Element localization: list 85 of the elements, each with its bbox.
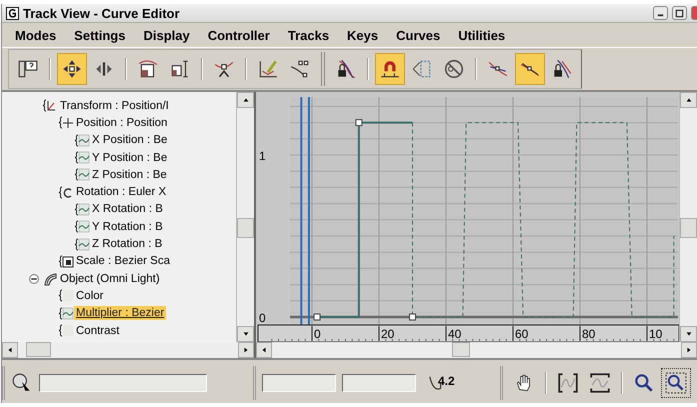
time-ruler[interactable] <box>258 324 679 342</box>
scroll-right-icon[interactable] <box>685 346 693 354</box>
tree-item[interactable]: X Rotation : B <box>90 202 165 216</box>
pencil-graph-icon <box>257 58 279 80</box>
collapse-toggle[interactable] <box>29 274 39 284</box>
value-scale-label: 4.2 <box>438 374 455 388</box>
ruler-label: 10 <box>649 327 662 341</box>
light-icon <box>42 271 58 286</box>
ruler-label: 40 <box>448 327 462 341</box>
value-field[interactable] <box>342 374 416 392</box>
scrollbar-thumb[interactable] <box>680 218 697 238</box>
menu-item[interactable]: Controller <box>198 28 279 42</box>
scrollbar-thumb[interactable] <box>26 342 51 357</box>
tree-item[interactable]: Y Rotation : B <box>90 220 165 234</box>
scrollbar-thumb[interactable] <box>237 218 254 238</box>
zoom-region-button[interactable] <box>661 368 691 398</box>
menu-item[interactable]: Display <box>134 28 199 42</box>
tree-item[interactable]: Z Rotation : B <box>90 237 164 252</box>
scroll-up-icon[interactable] <box>242 96 250 104</box>
reduce-keys-icon <box>289 58 311 80</box>
magnet-button[interactable] <box>375 53 405 85</box>
tree-item[interactable]: Color <box>74 288 106 303</box>
curve-icon <box>74 150 90 166</box>
move-arrows-button[interactable] <box>57 53 87 85</box>
tree-item[interactable]: Rotation : Euler X <box>74 185 168 200</box>
maximize-button[interactable] <box>672 6 687 20</box>
tree-item[interactable]: Object (Omni Light) <box>58 272 162 286</box>
tree-item[interactable]: Transform : Position/I <box>58 98 171 113</box>
scale-icon <box>58 254 74 269</box>
ruler-label: 60 <box>515 327 528 341</box>
key-curve-drawing[interactable] <box>314 119 416 320</box>
tangent-handle-button[interactable] <box>515 53 545 85</box>
vertical-scrollbar[interactable] <box>679 92 697 342</box>
scroll-right-icon[interactable] <box>242 346 250 354</box>
move-arrows-icon <box>58 115 74 130</box>
ruler-label: 80 <box>582 327 596 341</box>
frame-vertical-icon <box>589 372 611 394</box>
tree-item[interactable]: X Position : Be <box>90 133 170 148</box>
menu-item[interactable]: Modes <box>6 28 66 42</box>
menu-item[interactable]: Tracks <box>278 28 338 42</box>
rotation-icon <box>58 184 74 200</box>
curve-icon <box>74 219 90 234</box>
menu-item[interactable]: Keys <box>338 28 388 42</box>
name-field[interactable] <box>39 374 207 392</box>
scrollbar-thumb[interactable] <box>452 342 470 357</box>
zoom-icon <box>633 372 655 394</box>
tree-item[interactable]: Z Position : Be <box>90 168 169 182</box>
move-arrows-icon <box>61 58 83 80</box>
scale-keys-icon <box>137 58 159 80</box>
tree-item[interactable]: Y Position : Be <box>90 150 170 165</box>
horizontal-scrollbar[interactable] <box>2 342 254 358</box>
vertical-scrollbar[interactable] <box>236 92 254 342</box>
tree-item[interactable]: Position : Position <box>74 116 170 130</box>
transform-icon <box>42 98 58 114</box>
bracket-icon <box>58 288 74 304</box>
scroll-up-icon[interactable] <box>684 96 692 104</box>
ruler-label: 20 <box>381 327 394 341</box>
menu-item[interactable]: Utilities <box>449 28 514 42</box>
value-label: 0 <box>259 311 266 325</box>
menu-item[interactable]: Settings <box>65 28 134 42</box>
app-logo-icon <box>6 6 19 20</box>
curve-icon <box>74 132 90 148</box>
bracket-icon <box>58 323 74 338</box>
maximize-icon <box>675 8 684 18</box>
menu-item[interactable]: Curves <box>387 28 450 42</box>
curve-icon <box>58 306 74 321</box>
curve-icon <box>74 236 90 252</box>
window-title: Track View - Curve Editor <box>23 6 180 20</box>
ruler-label: 0 <box>314 327 321 341</box>
value-label: 1 <box>259 149 266 163</box>
close-button[interactable] <box>691 6 697 20</box>
minimize-button[interactable] <box>653 6 668 20</box>
tree-item[interactable]: Contrast <box>74 324 122 338</box>
frame-horizontal-icon <box>557 372 579 394</box>
scroll-left-icon[interactable] <box>6 346 14 354</box>
frame-field[interactable] <box>262 374 336 392</box>
curve-icon <box>74 167 90 182</box>
scroll-down-icon[interactable] <box>242 330 250 338</box>
tree-item[interactable]: Scale : Bezier Sca <box>74 254 172 268</box>
horizontal-scrollbar[interactable] <box>256 342 697 358</box>
scroll-down-icon[interactable] <box>684 330 692 338</box>
curve-icon <box>74 202 90 217</box>
tree-item[interactable]: Multiplier : Bezier <box>74 306 166 320</box>
scroll-left-icon[interactable] <box>260 346 268 354</box>
zoom-region-icon <box>665 372 687 394</box>
